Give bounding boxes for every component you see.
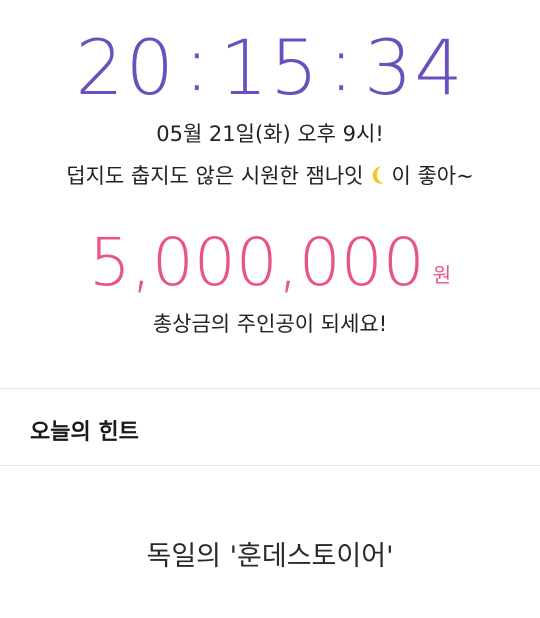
event-description-suffix: 이 좋아~ (391, 164, 474, 188)
hint-title: 오늘의 힌트 (30, 420, 139, 445)
event-description-text: 덥지도 춥지도 않은 시원한 잼나잇 (66, 164, 364, 188)
quiz-header-section: 20 : 15 : 34 05월 21일(화) 오후 9시! 덥지도 춥지도 않… (0, 0, 540, 388)
clock-separator: : (328, 18, 356, 108)
prize-subtitle: 총상금의 주인공이 되세요! (152, 312, 388, 336)
event-date: 05월 21일(화) 오후 9시! (156, 122, 384, 146)
event-description: 덥지도 춥지도 않은 시원한 잼나잇 이 좋아~ (0, 160, 540, 190)
prize-amount: 5,000,000 원 (0, 222, 540, 298)
hint-text: 독일의 '훈데스토이어' (146, 541, 394, 572)
clock-separator: : (184, 18, 212, 108)
clock-hours: 20 (75, 22, 177, 112)
section-divider (0, 388, 540, 389)
section-divider (0, 465, 540, 466)
prize-amount-value: 5,000,000 (88, 224, 425, 301)
clock-seconds: 34 (363, 22, 465, 112)
prize-amount-unit: 원 (432, 263, 452, 287)
clock-minutes: 15 (219, 22, 321, 112)
crescent-moon-icon (373, 166, 384, 184)
countdown-clock: 20 : 15 : 34 (0, 18, 540, 112)
